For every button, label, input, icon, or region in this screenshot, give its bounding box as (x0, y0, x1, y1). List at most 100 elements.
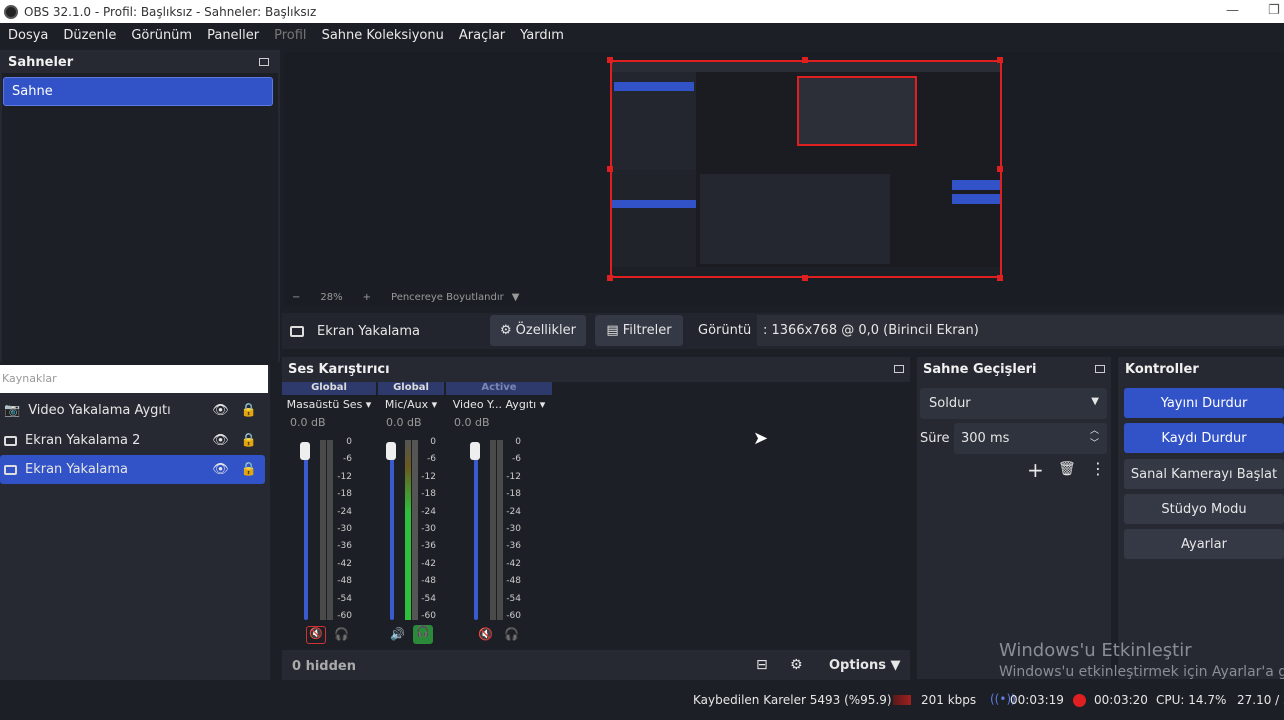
eye-icon[interactable]: 👁 (212, 433, 229, 448)
channel-db: 0.0 dB (386, 416, 422, 429)
level-meter (320, 440, 326, 620)
options-button[interactable]: Options ▼ (829, 658, 900, 673)
transition-value: Soldur (929, 396, 971, 411)
add-transition-icon[interactable]: + (1027, 458, 1044, 482)
chevron-down-icon: ▼ (1091, 396, 1099, 407)
monitor-off-icon[interactable]: 🎧 (334, 627, 349, 641)
stream-time: 00:03:19 (1010, 693, 1064, 707)
fps: 27.10 / 3 (1237, 693, 1284, 707)
lock-icon[interactable]: 🔒 (241, 462, 257, 477)
source-item[interactable]: Ekran Yakalama 2 👁 🔒 (0, 426, 265, 455)
layout-icon[interactable]: ⊟ (756, 657, 768, 673)
menu-tools[interactable]: Araçlar (459, 28, 505, 43)
mixer-channels (282, 382, 910, 650)
zoom-in-icon[interactable]: + (363, 292, 371, 303)
channel-header: Global (282, 382, 376, 395)
mute-icon[interactable]: 🔇 (478, 627, 493, 641)
source-item-selected[interactable]: Ekran Yakalama 👁 🔒 (0, 455, 265, 484)
settings-button[interactable]: Ayarlar (1124, 529, 1284, 559)
nested-source-sel (612, 200, 696, 208)
advanced-audio-icon[interactable]: ⚙ (790, 657, 803, 673)
mixer-footer: 0 hidden (282, 652, 910, 680)
chevron-down-icon[interactable]: ▼ (512, 292, 520, 303)
menu-edit[interactable]: Düzenle (63, 28, 116, 43)
resize-handle[interactable] (607, 57, 613, 63)
undock-icon[interactable] (1095, 365, 1105, 373)
level-meter (405, 440, 411, 620)
db-scale: 0 -6 -12 -18 -24 -30 -36 -42 -48 -54 -60 (337, 437, 352, 622)
duration-spinbox[interactable]: 300 ms ︿ ﹀ (954, 423, 1107, 454)
resize-handle[interactable] (802, 57, 808, 63)
menu-scene-collection[interactable]: Sahne Koleksiyonu (322, 28, 444, 43)
channel-name[interactable]: Masaüstü Ses ▾ (282, 398, 376, 411)
preview-source-capture[interactable] (610, 60, 1002, 278)
db-scale: 0 -6 -12 -18 -24 -30 -36 -42 -48 -54 -60 (506, 437, 521, 622)
resize-handle[interactable] (607, 275, 613, 281)
mixer-title: Ses Karıştırıcı (288, 362, 390, 377)
menu-file[interactable]: Dosya (8, 28, 48, 43)
scene-item[interactable]: Sahne (3, 77, 273, 106)
monitor-on-icon[interactable]: 🎧 (413, 625, 433, 644)
channel-name[interactable]: Video Y... Aygıtı ▾ (446, 398, 552, 411)
menu-help[interactable]: Yardım (520, 28, 564, 43)
undock-icon[interactable] (259, 58, 269, 66)
source-label: Video Yakalama Aygıtı (28, 403, 171, 418)
nested-mixer (700, 174, 890, 264)
volume-knob[interactable] (300, 442, 310, 460)
restore-icon[interactable]: ❐ (1268, 3, 1280, 18)
filter-icon: ▤ (606, 323, 619, 338)
eye-icon[interactable]: 👁 (212, 462, 229, 477)
trash-icon[interactable]: 🗑 (1058, 461, 1076, 477)
spin-arrows-icon[interactable]: ︿ ﹀ (1090, 425, 1099, 451)
menu-view[interactable]: Görünüm (131, 28, 192, 43)
duration-value: 300 ms (961, 431, 1010, 446)
monitor-off-icon[interactable]: 🎧 (504, 627, 519, 641)
db-scale: 0 -6 -12 -18 -24 -30 -36 -42 -48 -54 -60 (421, 437, 436, 622)
properties-button[interactable]: ⚙ Özellikler (490, 315, 586, 346)
channel-name[interactable]: Mic/Aux ▾ (378, 398, 444, 411)
minimize-icon[interactable]: — (1226, 3, 1239, 18)
transition-select[interactable]: Soldur ▼ (920, 388, 1107, 419)
record-icon (1073, 694, 1086, 707)
menu-docks[interactable]: Paneller (207, 28, 259, 43)
resize-handle[interactable] (802, 275, 808, 281)
zoom-out-icon[interactable]: − (292, 292, 300, 303)
more-icon[interactable]: ⋮ (1090, 459, 1106, 478)
resize-handle[interactable] (997, 57, 1003, 63)
start-virtual-camera-button[interactable]: Sanal Kamerayı Başlat (1124, 459, 1284, 489)
nested-control-1 (952, 180, 1000, 190)
menu-bar: Dosya Düzenle Görünüm Paneller Profil Sa… (0, 23, 1284, 48)
dropped-frames: Kaybedilen Kareler 5493 (%95.9) (693, 693, 892, 707)
speaker-icon[interactable]: 🔊 (390, 627, 405, 641)
hidden-count[interactable]: 0 hidden (292, 659, 356, 674)
volume-knob[interactable] (386, 442, 396, 460)
display-select[interactable]: : 1366x768 @ 0,0 (Birincil Ekran) (757, 315, 1284, 346)
mute-icon[interactable]: 🔇 (306, 626, 326, 644)
source-item[interactable]: 📷 Video Yakalama Aygıtı 👁 🔒 (0, 396, 265, 425)
nested-menubar (612, 62, 1000, 72)
channel-header: Global (378, 382, 444, 395)
stop-stream-button[interactable]: Yayını Durdur (1124, 388, 1284, 418)
stop-recording-button[interactable]: Kaydı Durdur (1124, 423, 1284, 453)
filters-button[interactable]: ▤ Filtreler (595, 315, 683, 346)
volume-slider[interactable] (390, 446, 394, 620)
lock-icon[interactable]: 🔒 (241, 403, 257, 418)
eye-icon[interactable]: 👁 (212, 403, 229, 418)
volume-slider[interactable] (304, 446, 308, 620)
source-label: Ekran Yakalama 2 (25, 433, 141, 448)
studio-mode-button[interactable]: Stüdyo Modu (1124, 494, 1284, 524)
lock-icon[interactable]: 🔒 (241, 433, 257, 448)
menu-profile[interactable]: Profil (274, 28, 306, 43)
selected-source-label: Ekran Yakalama (317, 323, 421, 339)
display-label: Görüntü (698, 323, 752, 338)
fit-to-window[interactable]: Pencereye Boyutlandır (391, 292, 504, 303)
undock-icon[interactable] (894, 365, 904, 373)
record-time: 00:03:20 (1094, 693, 1148, 707)
volume-slider[interactable] (474, 446, 478, 620)
duration-label: Süre (920, 431, 950, 446)
resize-handle[interactable] (997, 275, 1003, 281)
resize-handle[interactable] (607, 166, 613, 172)
volume-knob[interactable] (470, 442, 480, 460)
resize-handle[interactable] (997, 166, 1003, 172)
activation-watermark-text: Windows'u etkinleştirmek için Ayarlar'a … (999, 664, 1284, 680)
